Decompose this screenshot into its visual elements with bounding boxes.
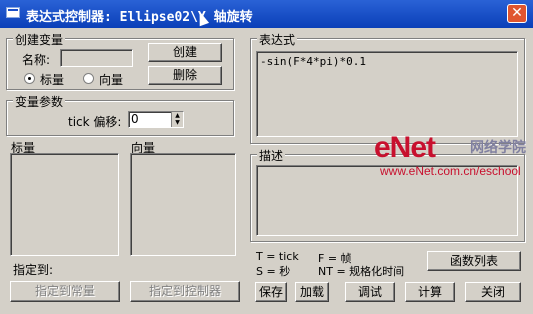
calculate-button[interactable]: 计算: [405, 282, 455, 302]
expression-legend: 表达式: [257, 31, 298, 48]
spinner-up-icon[interactable]: ▲: [171, 112, 183, 119]
legend-s: S = 秒: [256, 265, 291, 278]
create-button[interactable]: 创建: [148, 43, 222, 62]
window-title: 表达式控制器: Ellipse02\Y 轴旋转: [26, 10, 253, 25]
close-window-button[interactable]: ✕: [507, 4, 527, 23]
tick-offset-value: 0: [131, 112, 139, 126]
create-variable-legend: 创建变量: [13, 31, 66, 48]
save-button[interactable]: 保存: [255, 282, 287, 302]
name-input[interactable]: [60, 49, 133, 67]
load-button[interactable]: 加载: [295, 282, 329, 302]
close-button[interactable]: 关闭: [465, 282, 521, 302]
title-bar: 表达式控制器: Ellipse02\Y 轴旋转 ✕: [0, 0, 533, 28]
legend-nt: NT = 规格化时间: [318, 265, 405, 278]
tick-offset-spinner[interactable]: 0 ▲ ▼: [128, 111, 184, 128]
delete-button[interactable]: 删除: [148, 66, 222, 85]
debug-button[interactable]: 调试: [345, 282, 395, 302]
description-legend: 描述: [257, 147, 286, 164]
assign-to-label: 指定到:: [13, 263, 54, 277]
tick-offset-label: tick 偏移:: [68, 115, 122, 129]
vector-list[interactable]: [130, 153, 236, 256]
legend-t: T = tick: [256, 250, 299, 263]
assign-to-constant-button[interactable]: 指定到常量: [10, 281, 120, 302]
function-list-button[interactable]: 函数列表: [427, 251, 521, 271]
enet-watermark-url: www.eNet.com.cn/eschool: [380, 164, 521, 178]
vector-radio-label: 向量: [99, 73, 124, 87]
window-icon: [6, 7, 20, 18]
scalar-radio-label: 标量: [40, 73, 65, 87]
variable-params-legend: 变量参数: [13, 93, 66, 110]
name-label: 名称:: [22, 53, 51, 67]
expression-text: -sin(F*4*pi)*0.1: [260, 55, 366, 68]
scalar-radio[interactable]: [24, 73, 35, 84]
enet-logo-cn: 网络学院: [470, 140, 526, 156]
scalar-list[interactable]: [10, 153, 119, 256]
expression-textbox[interactable]: -sin(F*4*pi)*0.1: [256, 51, 518, 137]
vector-radio[interactable]: [83, 73, 94, 84]
assign-to-controller-button[interactable]: 指定到控制器: [130, 281, 240, 302]
enet-logo: eNet: [374, 131, 436, 164]
spinner-down-icon[interactable]: ▼: [171, 119, 183, 127]
